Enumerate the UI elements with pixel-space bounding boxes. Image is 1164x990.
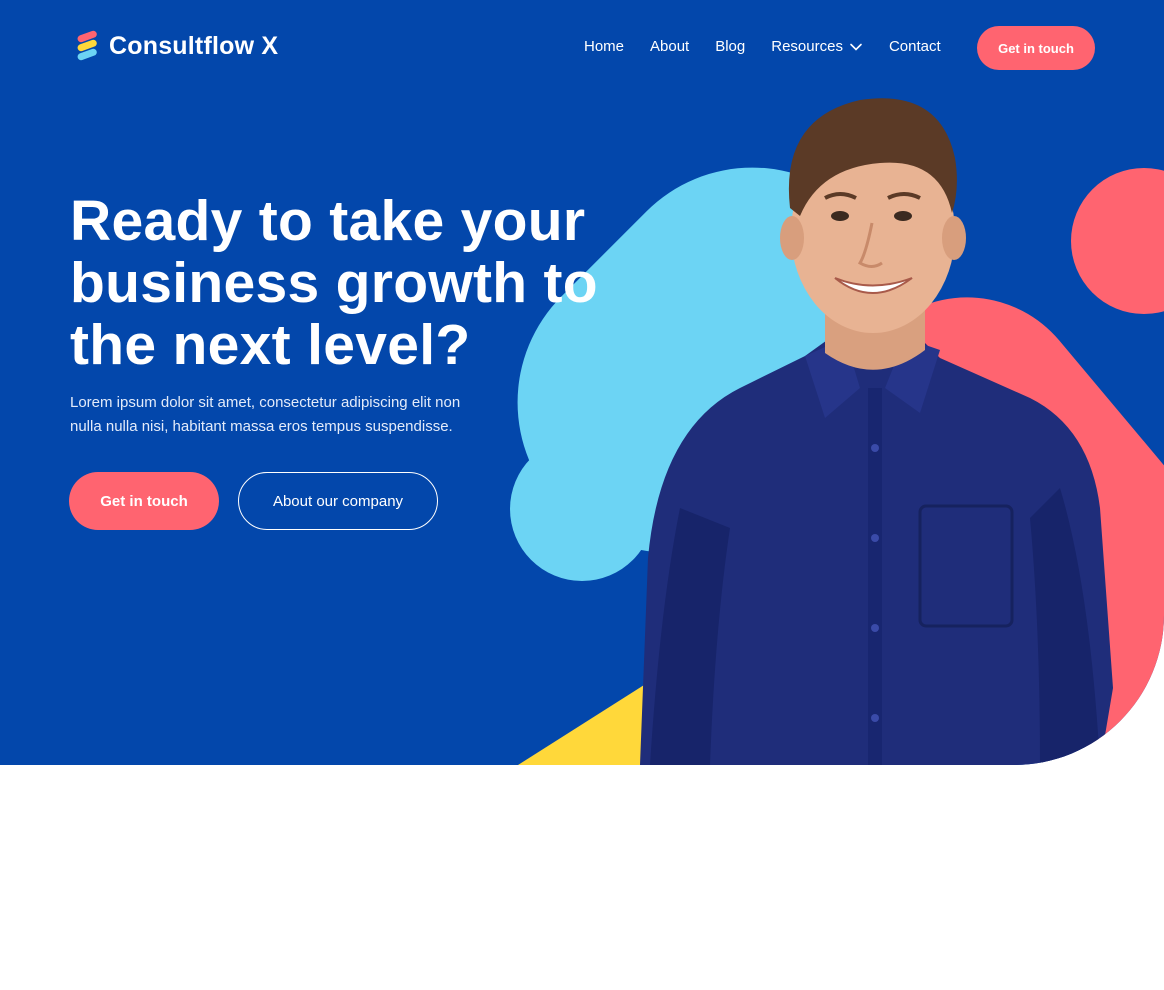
nav-item-resources-label: Resources [771,38,843,55]
brand-name: Consultflow X [109,31,279,60]
subtext-line: Lorem ipsum dolor sit amet, consectetur … [70,394,461,411]
about-company-button[interactable]: About our company [238,472,438,530]
hero-headline: Ready to take your business growth to th… [70,190,650,376]
nav-item-about[interactable]: About [650,38,689,55]
main-nav: Home About Blog Resources Contact [584,38,941,55]
smiling-man-photo [640,98,1113,765]
nav-item-contact[interactable]: Contact [889,38,941,55]
nav-item-home[interactable]: Home [584,38,624,55]
headline-line: the next level? [70,313,471,377]
brand-logo[interactable]: Consultflow X [74,30,278,62]
hero-subtext: Lorem ipsum dolor sit amet, consectetur … [70,391,500,439]
nav-get-in-touch-button[interactable]: Get in touch [977,26,1095,70]
headline-line: Ready to take your [70,189,586,253]
nav-item-blog[interactable]: Blog [715,38,745,55]
nav-item-resources[interactable]: Resources [771,38,863,55]
stacked-stripes-logo-icon [77,30,97,61]
get-in-touch-button[interactable]: Get in touch [69,472,219,530]
chevron-down-icon [850,43,862,51]
hero-section: Consultflow X Home About Blog Resources … [0,0,1164,765]
subtext-line: nulla nulla nisi, habitant massa eros te… [70,418,453,435]
headline-line: business growth to [70,251,598,315]
